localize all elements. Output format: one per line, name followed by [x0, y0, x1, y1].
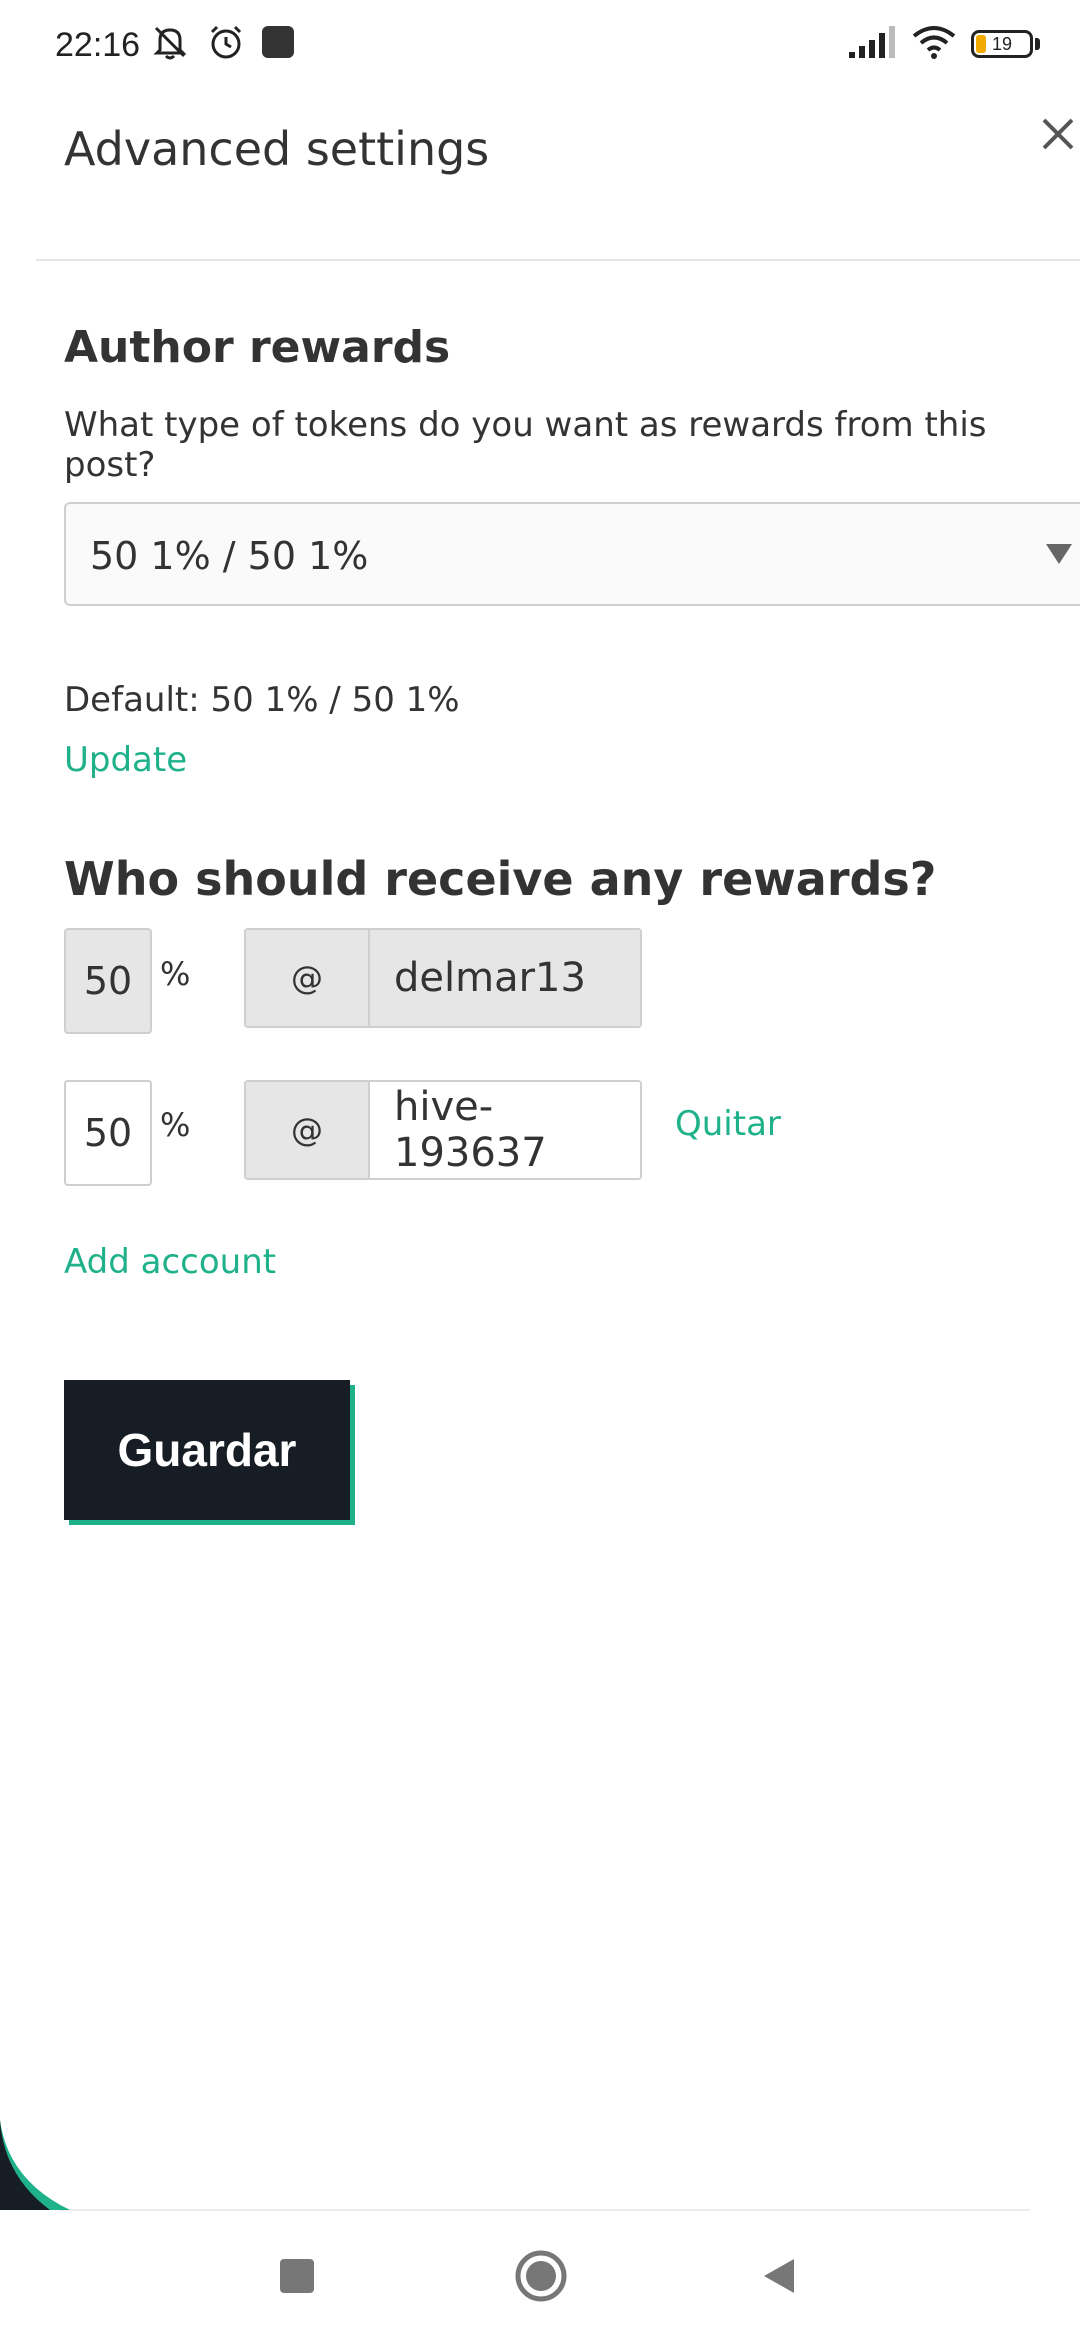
beneficiary-account-input[interactable]: @ hive-193637: [244, 1080, 642, 1180]
battery-icon: 19: [971, 30, 1033, 58]
status-time: 22:16: [55, 26, 141, 64]
battery-tip: [1035, 38, 1040, 50]
reward-type-select[interactable]: 50 1% / 50 1%: [64, 502, 1080, 606]
beneficiary-percent-input[interactable]: 50: [64, 1080, 152, 1186]
beneficiaries-heading: Who should receive any rewards?: [64, 852, 937, 906]
close-icon: [1042, 118, 1074, 150]
back-icon: [764, 2259, 794, 2293]
update-link[interactable]: Update: [64, 740, 187, 780]
header-divider: [36, 259, 1080, 261]
home-icon: [515, 2250, 567, 2302]
status-icons-right: 19: [847, 22, 1040, 66]
reward-type-selected-value: 50 1% / 50 1%: [90, 534, 369, 578]
status-icons-left: [148, 22, 296, 66]
default-reward-text: Default: 50 1% / 50 1%: [64, 680, 460, 720]
beneficiary-account-value[interactable]: hive-193637: [370, 1082, 640, 1178]
beneficiary-account-field: @ delmar13: [244, 928, 642, 1028]
beneficiary-account-name: delmar13: [370, 930, 640, 1026]
page-title: Advanced settings: [64, 122, 490, 176]
save-button[interactable]: Guardar: [64, 1380, 350, 1520]
battery-level: 19: [991, 34, 1013, 54]
back-button[interactable]: [760, 2256, 800, 2296]
alarm-icon: [206, 22, 246, 66]
remove-beneficiary-link[interactable]: Quitar: [675, 1104, 781, 1144]
bottom-divider: [60, 2209, 1030, 2211]
signal-icon: [847, 24, 897, 64]
percent-sign: %: [160, 955, 191, 993]
percent-sign: %: [160, 1106, 191, 1144]
at-sign: @: [246, 1082, 370, 1178]
add-account-link[interactable]: Add account: [64, 1242, 276, 1282]
close-button[interactable]: [1036, 112, 1080, 156]
app-notification-icon: [260, 24, 296, 64]
chevron-down-icon: [1046, 544, 1072, 564]
beneficiary-percent-field: 50: [64, 928, 152, 1034]
mute-icon: [148, 20, 192, 68]
recent-apps-button[interactable]: [280, 2259, 314, 2293]
corner-decoration: [0, 2120, 70, 2210]
author-rewards-heading: Author rewards: [64, 322, 451, 373]
author-rewards-description: What type of tokens do you want as rewar…: [64, 405, 987, 485]
wifi-icon: [911, 24, 957, 64]
battery-fill: [976, 35, 986, 53]
home-button[interactable]: [514, 2249, 568, 2303]
at-sign: @: [246, 930, 370, 1026]
